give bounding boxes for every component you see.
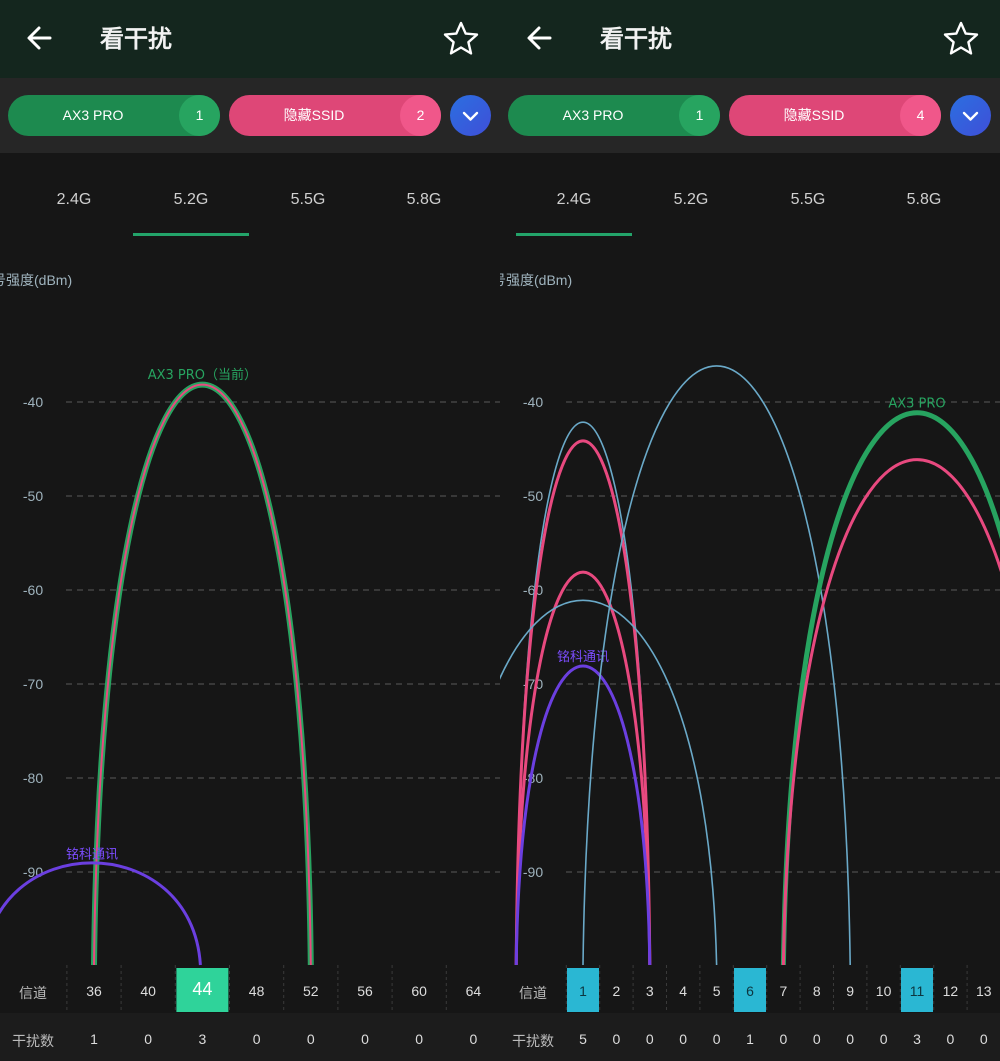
channel-table: 信道 干扰数 1 5 2 0 3 0 4 0 5 0 6 1 7 0 8 0 9 0 10 0 11 3 12 0 13 0 [500,965,1000,1061]
signal-curve [91,381,314,966]
signal-curve [514,439,652,966]
channel-row-label: 信道 [519,986,547,1002]
interference-cell: 0 [306,1031,315,1047]
signal-chart: -40-50-60-70-80-90铭科通讯AX3 PRO [500,365,1000,1061]
signal-curve [514,664,652,966]
channel-cell[interactable]: 56 [345,983,385,999]
channel-table: 信道 干扰数 36 1 40 0 44 3 48 0 52 0 56 0 60 0 64 0 [0,965,500,1061]
signal-chart: -40-50-60-70-80-90AX3 PRO（当前）铭科通讯 [0,367,500,1061]
channel-row-label: 信道 [19,986,47,1002]
interference-cell: 0 [469,1031,478,1047]
panel-5g: 看干扰 AX3 PRO 1 隐藏SSID 2 2.4G 5.2G 5.5G 5.… [0,0,500,1061]
channel-cell[interactable]: 44 [182,979,222,1000]
interference-cell: 0 [252,1031,261,1047]
y-tick-label: -70 [23,676,43,692]
channel-cell[interactable]: 36 [74,983,114,999]
series-label: AX3 PRO（当前） [148,367,257,383]
y-tick-label: -50 [523,488,543,504]
interference-row-label: 干扰数 [12,1034,54,1050]
signal-curve [514,571,652,966]
interference-cell: 3 [198,1031,207,1047]
y-tick-label: -50 [23,488,43,504]
signal-curve [781,458,1000,966]
series-label: AX3 PRO [888,396,945,411]
channel-cell[interactable]: 48 [237,983,277,999]
y-tick-label: -40 [523,394,543,410]
channel-cell[interactable]: 64 [453,983,493,999]
y-tick-label: -60 [23,582,43,598]
y-tick-label: -80 [23,770,43,786]
signal-curve [93,383,312,966]
interference-cell: 1 [90,1031,98,1047]
channel-cell[interactable]: 52 [291,983,331,999]
y-tick-label: -40 [23,394,43,410]
panel-2-4g: 看干扰 AX3 PRO 1 隐藏SSID 4 2.4G 5.2G 5.5G 5.… [500,0,1000,1061]
interference-cell: 0 [415,1031,424,1047]
channel-cell[interactable]: 40 [128,983,168,999]
interference-cell: 0 [979,1031,988,1047]
channel-cell[interactable]: 60 [399,983,439,999]
interference-cell: 0 [361,1031,369,1047]
series-label: 铭科通讯 [66,848,118,863]
y-tick-label: -90 [523,864,543,880]
channel-cell[interactable]: 13 [964,983,1000,999]
interference-row-label: 干扰数 [512,1034,554,1050]
interference-cell: 0 [144,1031,153,1047]
